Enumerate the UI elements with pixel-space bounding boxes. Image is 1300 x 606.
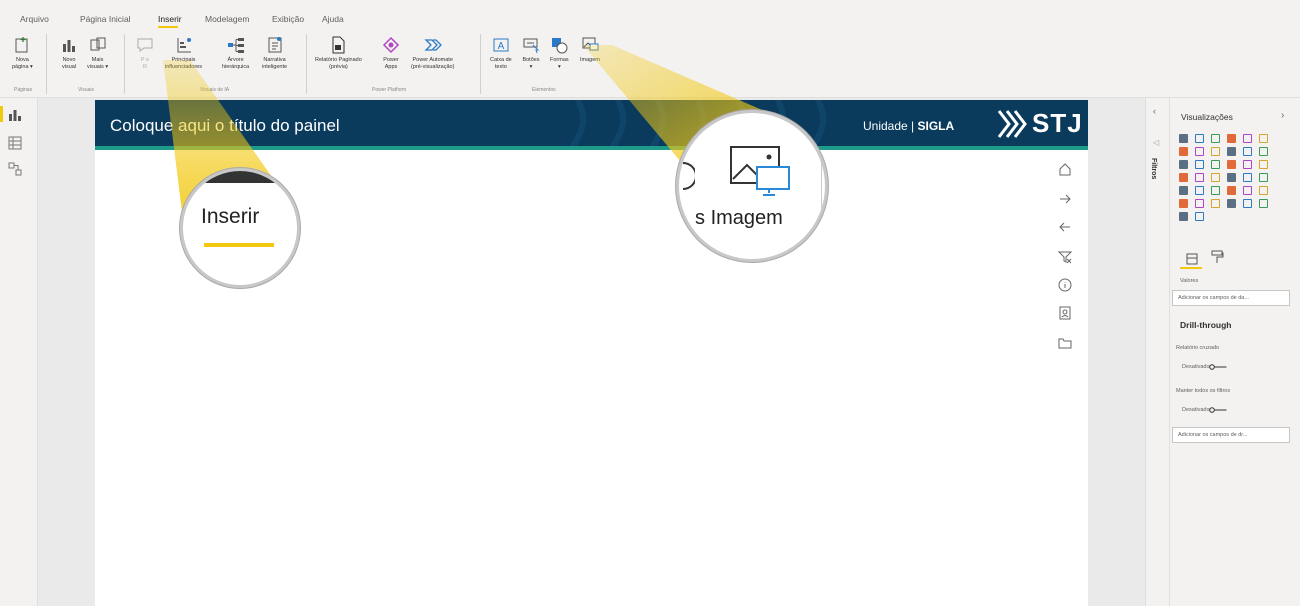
manter-filtros-label: Manter todos os filtros [1176, 388, 1231, 394]
format-paint-roller-icon[interactable] [1210, 250, 1224, 264]
powerbi-window: Arquivo Página Inicial Inserir Modelagem… [0, 0, 1300, 606]
drillthrough-title: Drill-through [1180, 320, 1232, 330]
valores-drop-field[interactable]: Adicionar os campos de da... [1172, 290, 1290, 306]
visual-type-icon[interactable] [1179, 173, 1188, 182]
visual-type-icon[interactable] [1179, 186, 1188, 195]
visual-type-icon[interactable] [1227, 199, 1236, 208]
fields-tab-icon[interactable] [1185, 252, 1199, 266]
visual-type-icon[interactable] [1211, 199, 1220, 208]
magnifier-dark-edge [183, 171, 297, 183]
collapse-chevron-icon[interactable]: ‹ [1153, 106, 1156, 116]
relatorio-cruzado-label: Relatório cruzado [1176, 345, 1220, 351]
visual-type-icon[interactable] [1227, 173, 1236, 182]
visual-type-icon[interactable] [1259, 173, 1268, 182]
expand-chevron-icon[interactable]: ◁ [1153, 138, 1159, 147]
visual-type-icon[interactable] [1227, 186, 1236, 195]
fields-tab-underline [1180, 267, 1202, 269]
visual-type-icon[interactable] [1195, 173, 1204, 182]
valores-label: Valores [1180, 278, 1199, 284]
filters-label[interactable]: Filtros [1150, 158, 1157, 179]
imagem-callout-text: s Imagem [695, 207, 783, 230]
imagem-callout-prefix: s [695, 207, 705, 229]
visual-type-icon[interactable] [1227, 160, 1236, 169]
visual-type-icon[interactable] [1179, 160, 1188, 169]
inserir-callout-text: Inserir [201, 205, 260, 228]
imagem-callout-label: Imagem [710, 207, 783, 229]
visual-type-icon[interactable] [1195, 134, 1204, 143]
visualizations-title: Visualizações [1181, 112, 1233, 122]
visual-type-icon[interactable] [1195, 199, 1204, 208]
filters-pane-collapsed[interactable]: ‹ ◁ [1145, 98, 1169, 606]
drillthrough-drop-field[interactable]: Adicionar os campos de dr... [1172, 427, 1290, 443]
visualizations-pane: Visualizações › [1169, 98, 1300, 606]
visual-type-icon[interactable] [1211, 173, 1220, 182]
keep-filters-toggle[interactable] [1209, 407, 1227, 413]
inserir-callout-magnifier: Inserir [180, 168, 300, 288]
inserir-callout-underline [204, 243, 274, 247]
visual-type-icon[interactable] [1259, 199, 1268, 208]
visual-type-icon[interactable] [1243, 134, 1252, 143]
cross-report-toggle[interactable] [1209, 364, 1227, 370]
visual-type-icon[interactable] [1227, 134, 1236, 143]
visual-type-icon[interactable] [1243, 199, 1252, 208]
visual-type-icon[interactable] [1259, 186, 1268, 195]
visual-type-icon[interactable] [1259, 134, 1268, 143]
imagem-callout-magnifier: s Imagem [676, 110, 828, 262]
chevron-right-icon[interactable]: › [1281, 110, 1284, 121]
visual-type-icon[interactable] [1243, 186, 1252, 195]
visual-type-icon[interactable] [1195, 186, 1204, 195]
visual-type-icon[interactable] [1227, 147, 1236, 156]
visual-type-icon[interactable] [1179, 199, 1188, 208]
visual-type-icon[interactable] [1195, 147, 1204, 156]
visual-type-icon[interactable] [1179, 147, 1188, 156]
visual-type-icon[interactable] [1243, 147, 1252, 156]
visual-type-icon[interactable] [1243, 173, 1252, 182]
image-icon [730, 146, 790, 196]
visual-type-icon[interactable] [1211, 160, 1220, 169]
visual-type-icon[interactable] [1259, 147, 1268, 156]
visual-type-icon[interactable] [1259, 160, 1268, 169]
visual-type-icon[interactable] [1243, 160, 1252, 169]
visual-type-icon[interactable] [1179, 212, 1188, 221]
visual-type-icon[interactable] [1195, 212, 1204, 221]
keep-filters-toggle-state: Desativado [1182, 407, 1210, 413]
visual-type-icon[interactable] [1211, 147, 1220, 156]
visual-type-icon[interactable] [1179, 134, 1188, 143]
visual-type-icon[interactable] [1211, 134, 1220, 143]
magnifier-edge-line [821, 163, 822, 223]
cross-report-toggle-state: Desativado [1182, 364, 1210, 370]
visual-type-icon[interactable] [1211, 186, 1220, 195]
callout-beams [163, 45, 790, 212]
partial-circle-icon [682, 162, 695, 190]
visual-type-icon[interactable] [1195, 160, 1204, 169]
